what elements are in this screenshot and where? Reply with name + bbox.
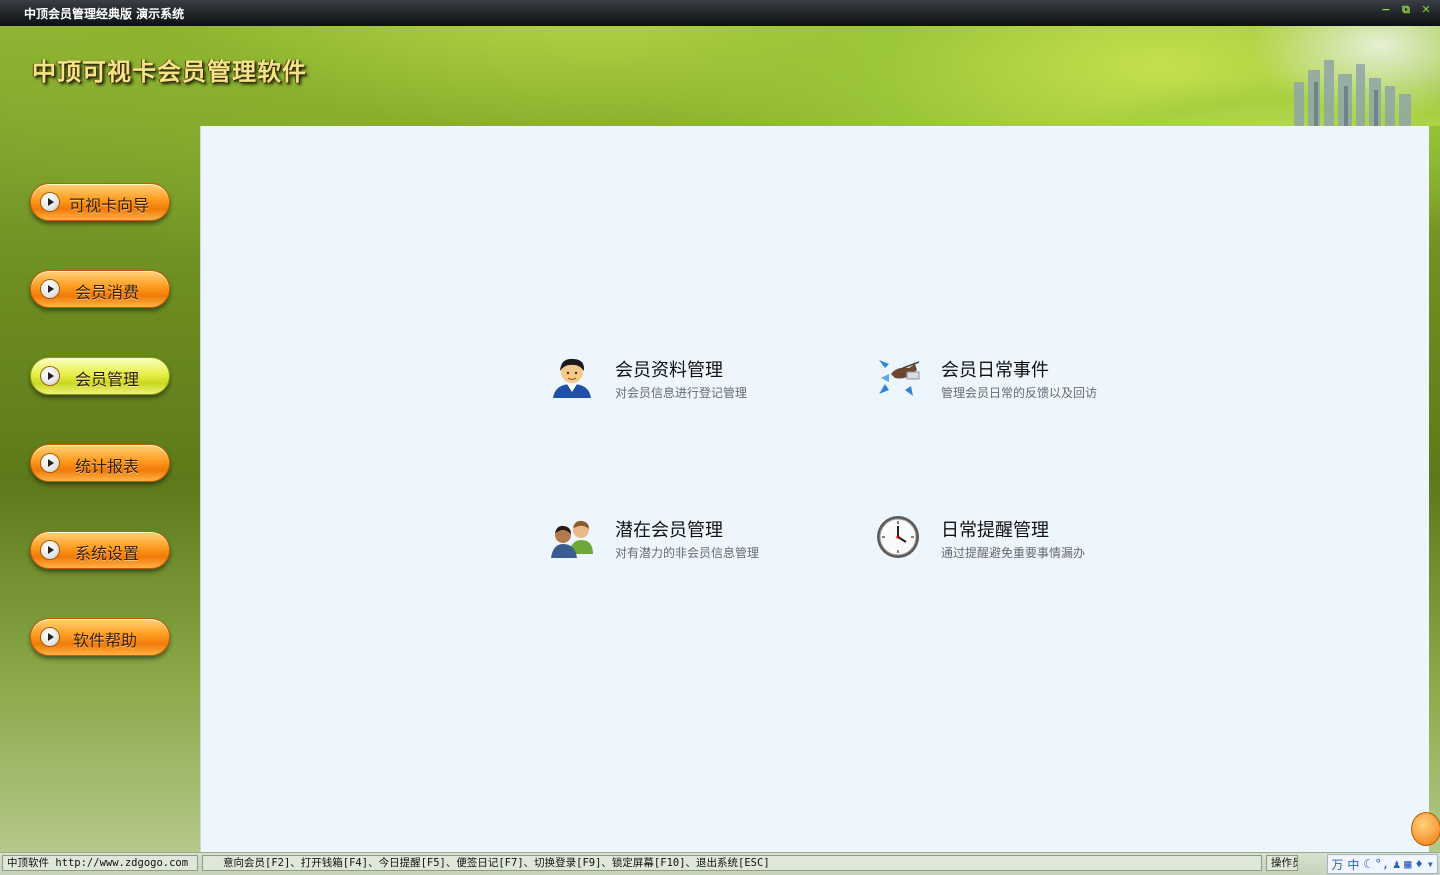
card-title: 会员资料管理 bbox=[615, 360, 723, 381]
card-description: 管理会员日常的反馈以及回访 bbox=[941, 386, 1098, 400]
status-company: 中顶软件 http://www.zdgogo.com bbox=[2, 855, 198, 871]
keyboard-icon[interactable]: ▦ bbox=[1404, 857, 1411, 871]
ime-logo-icon[interactable]: 万 bbox=[1331, 856, 1343, 873]
potential-members-icon bbox=[551, 520, 593, 558]
play-icon bbox=[41, 367, 59, 385]
window-controls: − ⧉ ✕ bbox=[1378, 3, 1434, 17]
ime-toolbar: 万 中 ☾ °, ♟ ▦ ♦ ▾ bbox=[1327, 854, 1438, 874]
card-title: 会员日常事件 bbox=[941, 360, 1049, 381]
close-button[interactable]: ✕ bbox=[1418, 3, 1434, 17]
play-icon bbox=[41, 193, 59, 211]
main-panel: 会员资料管理 对会员信息进行登记管理 会员日常事件 管理会员日常的反馈以及回访 … bbox=[200, 126, 1440, 852]
card-title: 潜在会员管理 bbox=[615, 520, 723, 541]
city-skyline-icon bbox=[1294, 60, 1411, 126]
sidebar-item-help[interactable]: 软件帮助 bbox=[30, 618, 170, 656]
card-reminders[interactable]: 日常提醒管理 通过提醒避免重要事情漏办 bbox=[875, 514, 1175, 574]
sidebar-item-label: 会员管理 bbox=[75, 370, 140, 389]
card-potential-members[interactable]: 潜在会员管理 对有潜力的非会员信息管理 bbox=[549, 514, 849, 574]
window-titlebar: 中顶会员管理经典版 演示系统 − ⧉ ✕ bbox=[0, 0, 1440, 26]
card-description: 对有潜力的非会员信息管理 bbox=[615, 546, 760, 560]
sidebar-item-label: 软件帮助 bbox=[73, 631, 138, 650]
status-operator: 操作员 bbox=[1266, 855, 1298, 871]
window-title: 中顶会员管理经典版 演示系统 bbox=[24, 7, 185, 21]
sidebar: 可视卡向导 会员消费 会员管理 统计报表 系统设置 软件帮助 bbox=[0, 126, 200, 852]
card-description: 对会员信息进行登记管理 bbox=[615, 386, 748, 400]
card-daily-events[interactable]: 会员日常事件 管理会员日常的反馈以及回访 bbox=[875, 354, 1175, 414]
settings-icon[interactable]: ♦ bbox=[1416, 857, 1423, 871]
play-icon bbox=[41, 454, 59, 472]
restore-button[interactable]: ⧉ bbox=[1398, 3, 1414, 17]
sidebar-item-label: 可视卡向导 bbox=[69, 196, 150, 215]
app-title: 中顶可视卡会员管理软件 bbox=[32, 57, 307, 86]
card-title: 日常提醒管理 bbox=[941, 520, 1049, 541]
minimize-button[interactable]: − bbox=[1378, 3, 1394, 17]
play-icon bbox=[41, 541, 59, 559]
sidebar-item-label: 系统设置 bbox=[75, 544, 140, 563]
ime-chinese-toggle[interactable]: 中 bbox=[1347, 856, 1359, 873]
punctuation-toggle[interactable]: °, bbox=[1375, 857, 1389, 871]
sidebar-item-label: 会员消费 bbox=[75, 283, 140, 302]
floating-orb-button[interactable] bbox=[1411, 812, 1440, 846]
card-description: 通过提醒避免重要事情漏办 bbox=[941, 546, 1086, 560]
daily-events-icon bbox=[879, 360, 920, 396]
play-icon bbox=[41, 628, 59, 646]
clock-icon bbox=[877, 516, 919, 558]
member-profile-icon bbox=[553, 358, 591, 398]
card-member-profile[interactable]: 会员资料管理 对会员信息进行登记管理 bbox=[549, 354, 849, 414]
sidebar-item-label: 统计报表 bbox=[75, 457, 140, 476]
status-shortcuts: 意向会员[F2]、打开钱箱[F4]、今日提醒[F5]、便签日记[F7]、切换登录… bbox=[202, 855, 1262, 871]
chevron-down-icon[interactable]: ▾ bbox=[1427, 857, 1434, 871]
sidebar-item-reports[interactable]: 统计报表 bbox=[30, 444, 170, 482]
user-icon[interactable]: ♟ bbox=[1393, 857, 1400, 871]
moon-icon[interactable]: ☾ bbox=[1363, 857, 1370, 871]
sidebar-item-member-consumption[interactable]: 会员消费 bbox=[30, 270, 170, 308]
sidebar-item-card-wizard[interactable]: 可视卡向导 bbox=[30, 183, 170, 221]
sidebar-item-member-management[interactable]: 会员管理 bbox=[30, 357, 170, 395]
play-icon bbox=[41, 280, 59, 298]
status-bar: 中顶软件 http://www.zdgogo.com 意向会员[F2]、打开钱箱… bbox=[0, 852, 1440, 875]
sidebar-item-settings[interactable]: 系统设置 bbox=[30, 531, 170, 569]
